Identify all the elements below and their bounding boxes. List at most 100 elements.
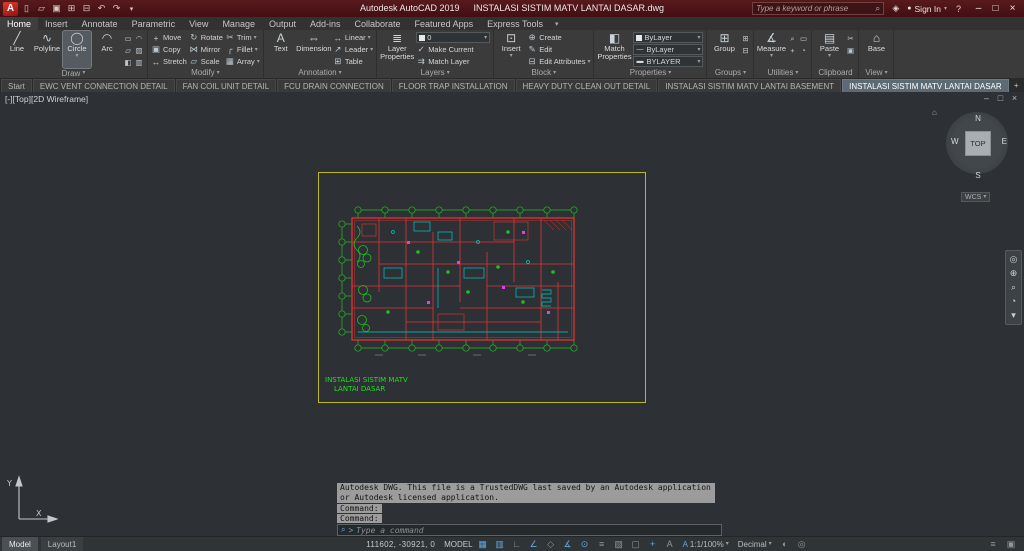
scale-button[interactable]: ▱Scale (189, 56, 223, 67)
fillet-button[interactable]: ╭Fillet▾ (225, 44, 260, 55)
ribbon-tab-express-tools[interactable]: Express Tools (480, 17, 550, 30)
exchange-apps-icon[interactable]: ◈ (889, 3, 902, 14)
file-tab-start[interactable]: Start (1, 79, 32, 92)
ribbon-tab-view[interactable]: View (182, 17, 215, 30)
ellipse-arc-icon[interactable]: ◠ (134, 33, 144, 44)
doc-minimize-button[interactable]: – (980, 93, 993, 103)
help-icon[interactable]: ? (952, 4, 965, 14)
clean-screen-icon[interactable]: ▣ (1004, 538, 1018, 551)
file-tab[interactable]: FAN COIL UNIT DETAIL (176, 79, 277, 92)
move-button[interactable]: +Move (151, 32, 187, 43)
dimension-button[interactable]: ⇔ Dimension (297, 31, 331, 67)
sign-in-button[interactable]: ● Sign In ▾ (907, 4, 947, 14)
command-input[interactable] (356, 526, 718, 535)
ribbon-tab-featured-apps[interactable]: Featured Apps (408, 17, 481, 30)
insert-button[interactable]: ⊡ Insert ▾ (497, 31, 525, 67)
layout1-tab[interactable]: Layout1 (41, 537, 83, 551)
ribbon-tab-annotate[interactable]: Annotate (75, 17, 125, 30)
annotation-visibility-toggle[interactable]: A (663, 538, 677, 551)
wcs-menu[interactable]: WCS ▾ (961, 192, 990, 202)
navigation-wheel-icon[interactable]: ◎ (1010, 254, 1018, 265)
hatch-icon[interactable]: ▨ (134, 45, 144, 56)
viewcube-south[interactable]: S (975, 171, 980, 180)
leader-button[interactable]: ↗Leader▾ (333, 44, 373, 55)
paste-button[interactable]: ▤ Paste ▾ (815, 31, 843, 67)
ribbon-tab-insert[interactable]: Insert (38, 17, 75, 30)
object-snap-toggle[interactable]: ⊙ (578, 538, 592, 551)
navbar-more-icon[interactable]: ▾ (1011, 310, 1016, 321)
close-button[interactable]: × (1004, 3, 1021, 14)
rotate-button[interactable]: ↻Rotate (189, 32, 223, 43)
insert-arrow-icon[interactable]: ▾ (510, 53, 513, 59)
utilities-panel-label[interactable]: Utilities ▾ (754, 67, 811, 78)
isometric-drafting-toggle[interactable]: ◇ (544, 538, 558, 551)
new-icon[interactable]: ▯ (20, 3, 33, 14)
isolate-objects-icon[interactable]: ◎ (795, 538, 809, 551)
boundary-icon[interactable]: ▥ (134, 57, 144, 68)
zoom-icon[interactable]: ⌕ (1011, 282, 1016, 293)
ellipse-icon[interactable]: ▱ (123, 45, 133, 56)
new-drawing-tab-button[interactable]: + (1010, 79, 1023, 92)
model-space-canvas[interactable]: [-][Top][2D Wireframe] – □ × ⌂ N W E S T… (0, 92, 1024, 536)
model-tab[interactable]: Model (2, 537, 38, 551)
ribbon-tab-addins[interactable]: Add-ins (303, 17, 348, 30)
help-search-input[interactable] (756, 4, 873, 13)
base-button[interactable]: ⌂ Base (862, 31, 890, 67)
match-layer-button[interactable]: ⇉Match Layer (416, 56, 490, 67)
layer-dropdown[interactable]: 0 ▾ (416, 32, 490, 43)
measure-arrow-icon[interactable]: ▾ (770, 53, 773, 59)
create-block-button[interactable]: ⊕Create (527, 32, 590, 43)
viewcube-east[interactable]: E (1002, 137, 1007, 146)
app-logo[interactable]: A (3, 2, 18, 16)
command-line-bar[interactable]: ⌕ > (337, 524, 722, 536)
ribbon-options-arrow-icon[interactable]: ▾ (550, 17, 564, 30)
ortho-toggle[interactable]: ∟ (510, 538, 524, 551)
edit-block-button[interactable]: ✎Edit (527, 44, 590, 55)
graphics-performance-icon[interactable]: ◐ (778, 538, 792, 551)
search-icon[interactable]: ⌕ (875, 3, 880, 14)
ribbon-tab-collaborate[interactable]: Collaborate (348, 17, 408, 30)
ungroup-icon[interactable]: ⊟ (740, 45, 750, 56)
properties-panel-label[interactable]: Properties ▾ (594, 67, 706, 78)
dynamic-input-toggle[interactable]: + (646, 538, 660, 551)
selection-cycling-toggle[interactable]: ▢ (629, 538, 643, 551)
line-button[interactable]: ╱ Line (3, 31, 31, 68)
orbit-icon[interactable]: ◔ (1011, 296, 1016, 307)
point-style-icon[interactable]: ◔ (798, 45, 808, 56)
draw-panel-label[interactable]: Draw ▾ (0, 68, 147, 78)
file-tab[interactable]: FCU DRAIN CONNECTION (277, 79, 391, 92)
measure-button[interactable]: ∡ Measure ▾ (757, 31, 785, 67)
ribbon-tab-home[interactable]: Home (0, 17, 38, 30)
match-properties-button[interactable]: ◧ Match Properties (597, 31, 631, 67)
quick-select-icon[interactable]: ⌕ (787, 33, 797, 44)
lineweight-dropdown[interactable]: ▬ BYLAYER ▾ (633, 56, 703, 67)
transparency-toggle[interactable]: ▨ (612, 538, 626, 551)
linear-button[interactable]: ↔Linear▾ (333, 32, 373, 43)
circle-dropdown-icon[interactable]: ▾ (75, 53, 78, 59)
gradient-icon[interactable]: ◧ (123, 57, 133, 68)
file-tab[interactable]: EWC VENT CONNECTION DETAIL (33, 79, 175, 92)
ribbon-tab-output[interactable]: Output (262, 17, 303, 30)
ribbon-tab-manage[interactable]: Manage (215, 17, 262, 30)
save-as-icon[interactable]: ⊞ (65, 3, 78, 14)
group-edit-icon[interactable]: ⊞ (740, 33, 750, 44)
copy-button[interactable]: ▣Copy (151, 44, 187, 55)
undo-icon[interactable]: ↶ (95, 3, 108, 14)
file-tab-active[interactable]: INSTALASI SISTIM MATV LANTAI DASAR (842, 79, 1008, 92)
viewport-controls[interactable]: [-][Top][2D Wireframe] (5, 94, 88, 104)
command-search-icon[interactable]: ⌕ (341, 525, 345, 535)
maximize-button[interactable]: □ (987, 3, 1004, 14)
annotation-panel-label[interactable]: Annotation ▾ (264, 67, 376, 78)
circle-button[interactable]: ◯ Circle ▾ (63, 31, 91, 68)
text-button[interactable]: A Text (267, 31, 295, 67)
qat-dropdown-icon[interactable]: ▾ (125, 5, 138, 13)
arc-button[interactable]: ◠ Arc (93, 31, 121, 68)
table-button[interactable]: ⊞Table (333, 56, 373, 67)
array-button[interactable]: ▦Array▾ (225, 56, 260, 67)
file-tab[interactable]: FLOOR TRAP INSTALLATION (392, 79, 515, 92)
groups-panel-label[interactable]: Groups ▾ (707, 67, 753, 78)
lineweight-toggle[interactable]: ≡ (595, 538, 609, 551)
save-icon[interactable]: ▣ (50, 3, 63, 14)
block-panel-label[interactable]: Block ▾ (494, 67, 593, 78)
layers-panel-label[interactable]: Layers ▾ (377, 67, 493, 78)
